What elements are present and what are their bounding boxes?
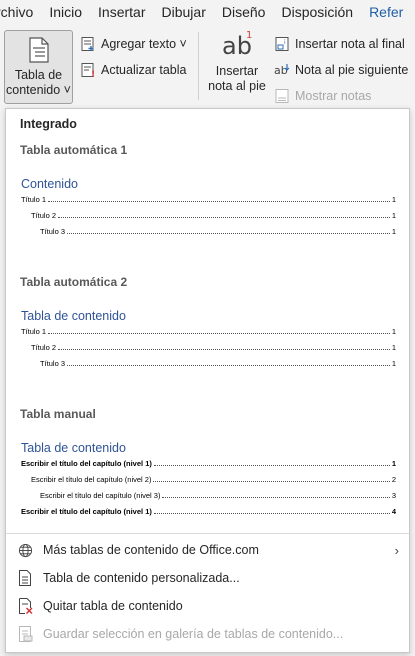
show-notes-button[interactable]: Mostrar notas: [274, 88, 371, 104]
menu-item-label: Guardar selección en galería de tablas d…: [43, 627, 344, 641]
toc-preview-line: Escribir el título del capítulo (nivel 3…: [40, 491, 396, 501]
tab-referencias[interactable]: Refer: [361, 0, 411, 26]
toc-preview-line-text: Escribir el título del capítulo (nivel 3…: [40, 491, 161, 500]
show-notes-label: Mostrar notas: [295, 89, 372, 103]
update-table-icon: !: [81, 63, 95, 78]
toc-preview-line-text: Título 2: [31, 343, 57, 352]
insert-footnote-label-1: Insertar: [215, 64, 259, 78]
toc-preview-line: Título 3 1: [40, 359, 396, 369]
chevron-right-icon: ›: [394, 542, 399, 558]
gallery-title-auto-1: Tabla automática 1: [20, 143, 128, 157]
toc-preview-line-page: 1: [391, 343, 396, 352]
toc-preview-line: Título 1 1: [21, 327, 396, 337]
remove-document-icon: [17, 598, 33, 614]
toc-preview-line-page: 3: [391, 491, 396, 500]
toc-preview-heading: Tabla de contenido: [21, 441, 126, 455]
menu-item-label: Más tablas de contenido de Office.com: [43, 543, 259, 557]
svg-text:ab: ab: [274, 64, 288, 77]
globe-icon: [17, 542, 33, 558]
toc-preview-line: Escribir el título del capítulo (nivel 2…: [31, 475, 396, 485]
insert-endnote-label: Insertar nota al final: [295, 37, 405, 51]
gallery-title-manual: Tabla manual: [20, 407, 96, 421]
ribbon-separator: [198, 32, 199, 100]
toc-preview-line-text: Escribir el título del capítulo (nivel 1…: [21, 459, 152, 468]
next-footnote-button[interactable]: ab Nota al pie siguiente: [274, 62, 408, 78]
menu-item-custom-toc[interactable]: Tabla de contenido personalizada...: [6, 565, 409, 591]
menu-item-more-office-tocs[interactable]: Más tablas de contenido de Office.com ›: [6, 537, 409, 563]
toc-preview-line: Escribir el título del capítulo (nivel 1…: [21, 459, 396, 469]
show-notes-icon: [275, 89, 289, 103]
toc-preview-heading: Tabla de contenido: [21, 309, 126, 323]
document-icon: [17, 570, 33, 586]
toc-preview-line-text: Título 2: [31, 211, 57, 220]
footnote-ab-icon: ab 1: [222, 30, 253, 60]
toc-preview-line-text: Título 1: [21, 195, 47, 204]
gallery-item-manual-table[interactable]: Tabla manual Tabla de contenido Escribir…: [6, 401, 409, 526]
toc-preview-line: Título 3 1: [40, 227, 396, 237]
tab-archivo[interactable]: rchivo: [0, 0, 41, 26]
add-text-label: Agregar texto ˅: [101, 37, 187, 51]
toc-preview-line-text: Título 3: [40, 359, 66, 368]
toc-preview-line-page: 1: [391, 327, 396, 336]
insert-footnote-button[interactable]: ab 1 Insertar nota al pie: [206, 30, 268, 104]
tab-diseno[interactable]: Diseño: [214, 0, 274, 26]
toc-preview-line-text: Título 3: [40, 227, 66, 236]
ribbon-tab-strip: rchivo Inicio Insertar Dibujar Diseño Di…: [0, 0, 415, 26]
toc-button[interactable]: Tabla de contenido ˅: [4, 30, 73, 104]
toc-dropdown-panel: Integrado Tabla automática 1 Contenido T…: [5, 108, 410, 653]
toc-preview-line-text: Escribir el título del capítulo (nivel 1…: [21, 507, 152, 516]
menu-item-label: Tabla de contenido personalizada...: [43, 571, 240, 585]
save-to-gallery-icon: [17, 626, 33, 642]
toc-preview-heading: Contenido: [21, 177, 78, 191]
toc-preview-line-page: 4: [391, 507, 396, 516]
toc-preview-line: Título 1 1: [21, 195, 396, 205]
toc-preview-line-page: 1: [391, 459, 396, 468]
insert-footnote-label-2: nota al pie: [208, 79, 266, 93]
next-footnote-icon: ab: [274, 64, 290, 77]
menu-separator: [6, 533, 409, 534]
section-builtin-header: Integrado: [20, 117, 77, 131]
tab-inicio[interactable]: Inicio: [41, 0, 90, 26]
update-table-button[interactable]: ! Actualizar tabla: [80, 62, 186, 78]
next-footnote-label: Nota al pie siguiente: [295, 63, 409, 77]
gallery-item-auto-table-2[interactable]: Tabla automática 2 Tabla de contenido Tí…: [6, 269, 409, 369]
tab-dibujar[interactable]: Dibujar: [154, 0, 214, 26]
add-text-icon: [81, 37, 94, 51]
toc-preview-line-page: 1: [391, 227, 396, 236]
toc-preview-line: Título 2 1: [31, 211, 396, 221]
toc-preview-line-page: 1: [391, 211, 396, 220]
menu-item-save-selection[interactable]: Guardar selección en galería de tablas d…: [6, 621, 409, 647]
menu-item-label: Quitar tabla de contenido: [43, 599, 183, 613]
update-table-label: Actualizar tabla: [101, 63, 187, 77]
add-text-button[interactable]: Agregar texto ˅: [80, 36, 187, 52]
tab-disposicion[interactable]: Disposición: [273, 0, 361, 26]
toc-preview-line-page: 2: [391, 475, 396, 484]
gallery-item-auto-table-1[interactable]: Tabla automática 1 Contenido Título 1 1 T…: [6, 137, 409, 237]
toc-preview-line-page: 1: [391, 195, 396, 204]
endnote-icon: i: [275, 37, 289, 51]
ribbon-references: Tabla de contenido ˅ Agregar texto ˅ ! A…: [0, 26, 415, 110]
toc-preview-line: Título 2 1: [31, 343, 396, 353]
svg-text:!: !: [91, 70, 95, 78]
toc-preview-line: Escribir el título del capítulo (nivel 1…: [21, 507, 396, 517]
toc-preview-line-page: 1: [391, 359, 396, 368]
document-icon: [28, 37, 49, 63]
gallery-title-auto-2: Tabla automática 2: [20, 275, 128, 289]
insert-endnote-button[interactable]: i Insertar nota al final: [274, 36, 405, 52]
toc-preview-line-text: Título 1: [21, 327, 47, 336]
toc-preview-line-text: Escribir el título del capítulo (nivel 2…: [31, 475, 152, 484]
menu-item-remove-toc[interactable]: Quitar tabla de contenido: [6, 593, 409, 619]
toc-button-label-1: Tabla de: [14, 68, 63, 82]
toc-button-label-2: contenido ˅: [6, 83, 71, 97]
tab-insertar[interactable]: Insertar: [90, 0, 153, 26]
